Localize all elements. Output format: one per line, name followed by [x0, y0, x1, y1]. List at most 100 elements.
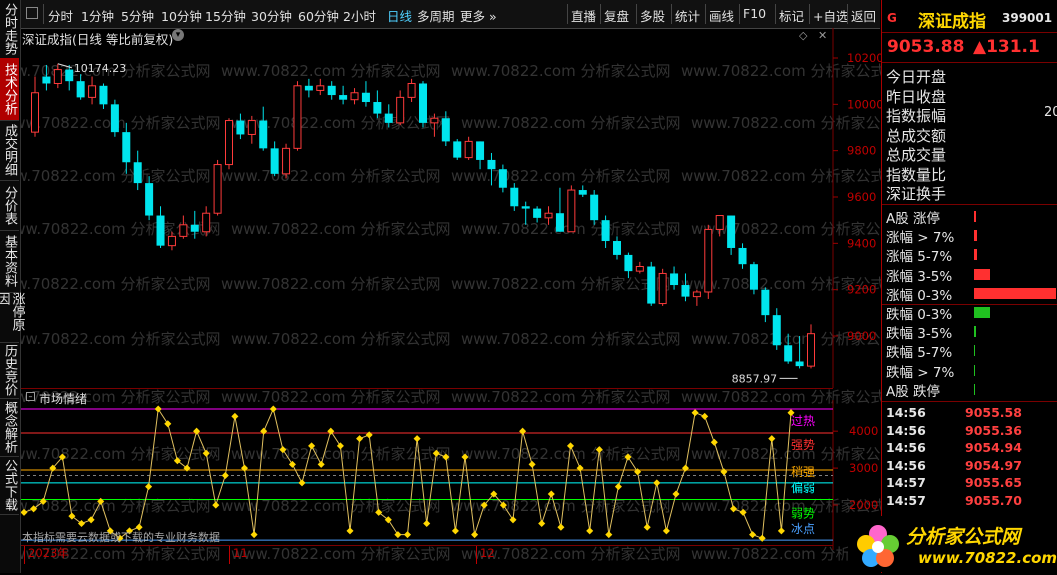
- zone-label: 稍强: [791, 465, 815, 479]
- toolbar-btn-9[interactable]: 返回: [851, 6, 876, 25]
- period-6[interactable]: 30分钟: [251, 6, 292, 25]
- sentiment-point: [221, 471, 229, 480]
- candle: [202, 206, 211, 237]
- price-change: ▲131.1: [973, 37, 1040, 57]
- toolbar-btn-3[interactable]: 多股: [640, 6, 665, 25]
- divider: [705, 4, 706, 24]
- candle: [749, 261, 758, 295]
- distribution-label: 跌幅 > 7%: [886, 364, 955, 381]
- candle: [88, 76, 97, 105]
- candle-body: [88, 85, 97, 98]
- period-3[interactable]: 5分钟: [121, 6, 154, 25]
- period-1[interactable]: 分时: [48, 6, 73, 25]
- candle: [76, 74, 85, 100]
- tab-6[interactable]: 涨停原因: [0, 292, 25, 343]
- sentiment-point: [509, 516, 517, 524]
- divider: [809, 4, 810, 24]
- candle: [533, 206, 542, 223]
- candle-body: [327, 85, 336, 96]
- period-8[interactable]: 2小时: [343, 6, 376, 25]
- distribution-bar: [974, 268, 990, 280]
- sentiment-point: [471, 531, 479, 539]
- period-2[interactable]: 1分钟: [81, 6, 114, 25]
- candle-body: [670, 273, 679, 286]
- sentiment-point: [260, 427, 268, 435]
- sentiment-point: [193, 427, 201, 435]
- candle: [464, 136, 473, 160]
- y-tick-label: 4000: [849, 424, 878, 438]
- sentiment-point: [566, 442, 575, 450]
- tab-5[interactable]: 基本资料: [0, 230, 19, 293]
- sentiment-point: [739, 508, 747, 516]
- tab-7[interactable]: 历史竞价: [0, 342, 19, 399]
- stat-label: 总成交额: [886, 126, 947, 145]
- candle-body: [99, 85, 108, 105]
- toolbar-btn-4[interactable]: 统计: [675, 6, 700, 25]
- tab-3[interactable]: 成交明细: [0, 120, 19, 181]
- candle: [658, 268, 667, 306]
- candle-body: [213, 164, 222, 214]
- candle-body: [510, 187, 519, 207]
- stat-label: 总成交量: [886, 146, 947, 164]
- flower-logo-icon: [857, 525, 899, 567]
- candle-body: [282, 147, 291, 175]
- candle: [282, 143, 291, 179]
- candle: [795, 336, 804, 369]
- candle: [327, 81, 336, 100]
- candle: [419, 81, 427, 128]
- y-tick-label: 9000: [847, 329, 876, 343]
- sentiment-point: [394, 531, 402, 539]
- sentiment-point: [413, 435, 421, 443]
- sentiment-point: [327, 427, 335, 435]
- toolbar-btn-5[interactable]: 画线: [709, 6, 734, 25]
- period-7[interactable]: 60分钟: [298, 6, 339, 25]
- candle-body: [419, 83, 427, 123]
- sentiment-point: [346, 527, 354, 535]
- indicator-chart[interactable]: 过热强势稍强偏弱弱势冰点 4000 3000 2000: [21, 400, 881, 550]
- tab-8[interactable]: 概念解析: [0, 398, 19, 457]
- candle-body: [373, 102, 382, 114]
- tab-4[interactable]: 分价表: [0, 180, 19, 231]
- g-marker: G: [887, 11, 897, 25]
- candle-body: [681, 285, 690, 297]
- candle-body: [784, 345, 793, 362]
- zone-label: 过热: [791, 414, 815, 428]
- candle: [692, 289, 701, 306]
- toolbar-btn-6[interactable]: F10: [743, 6, 766, 21]
- distribution-label: 涨幅 3-5%: [886, 268, 953, 285]
- sentiment-point: [710, 438, 718, 446]
- distribution-label: 涨幅 0-3%: [886, 287, 953, 304]
- tab-2[interactable]: 技术分析: [0, 58, 19, 121]
- toolbar-btn-1[interactable]: 直播: [571, 6, 596, 25]
- candle: [544, 206, 553, 225]
- period-9[interactable]: 日线: [387, 6, 412, 25]
- toolbar-btn-8[interactable]: +自选: [813, 6, 848, 25]
- y-tick-label: 10200: [847, 51, 881, 65]
- period-4[interactable]: 10分钟: [161, 6, 202, 25]
- candle: [247, 115, 256, 144]
- period-5[interactable]: 15分钟: [205, 6, 246, 25]
- x-axis-label: 12: [476, 546, 495, 564]
- sentiment-point: [768, 435, 776, 443]
- tab-1[interactable]: 分时走势: [0, 0, 19, 59]
- candlestick-chart[interactable]: 10200 10000 9800 9600 9400 9200 9000 10174.23 88…: [21, 28, 881, 388]
- y-tick-label: 9800: [847, 144, 876, 158]
- candle-body: [647, 266, 656, 304]
- sentiment-point: [317, 460, 325, 468]
- candle-body: [521, 206, 530, 209]
- distribution-bar: [974, 249, 977, 261]
- toolbar-btn-7[interactable]: 标记: [779, 6, 804, 25]
- sentiment-point: [279, 446, 287, 454]
- tick-time: 14:56: [886, 440, 926, 455]
- zone-label: 偏弱: [791, 480, 815, 495]
- toolbar-btn-2[interactable]: 复盘: [604, 6, 629, 25]
- period-10[interactable]: 多周期: [417, 6, 455, 25]
- divider: [882, 62, 1057, 63]
- tab-9[interactable]: 公式下载: [0, 456, 19, 515]
- divider: [847, 4, 848, 24]
- sentiment-point: [336, 442, 344, 450]
- grid-icon[interactable]: [26, 7, 38, 19]
- sentiment-point: [403, 531, 412, 539]
- period-11[interactable]: 更多 »: [460, 6, 497, 25]
- sentiment-point: [231, 412, 239, 420]
